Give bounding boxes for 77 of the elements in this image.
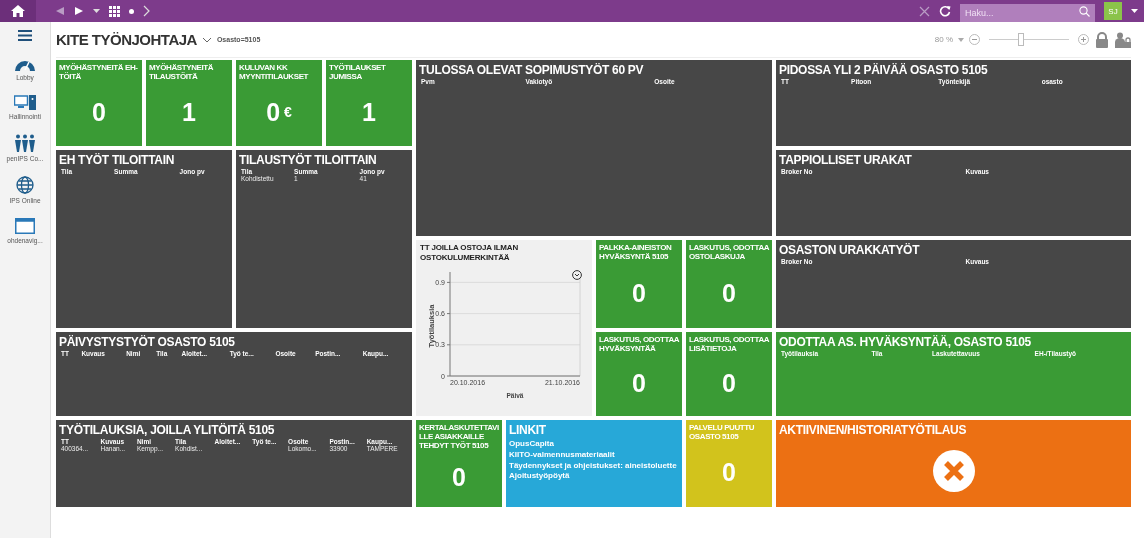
lock-icon[interactable] <box>1094 31 1110 48</box>
tile-title: AKTIIVINEN/HISTORIATYÖTILAUS <box>779 423 967 437</box>
tile-count: 0 <box>722 368 736 398</box>
refresh-icon[interactable] <box>939 5 951 17</box>
tile-title: TYÖTILAUKSIA, JOILLA YLITÖITÄ 5105 <box>59 423 275 437</box>
tile-title: PÄIVYSTYSTYÖT OSASTO 5105 <box>59 335 235 349</box>
user-avatar[interactable]: SJ <box>1104 2 1122 20</box>
tile-title: PIDOSSA YLI 2 PÄIVÄÄ OSASTO 5105 <box>779 63 988 77</box>
chevron-right-icon[interactable] <box>143 5 150 17</box>
tile-title: MYÖHÄSTYNEITÄ TILAUSTÖITÄ <box>149 63 215 82</box>
caret-icon[interactable] <box>1131 8 1138 14</box>
tile-count: 0 <box>632 278 646 308</box>
tile-count: 0 <box>266 97 281 127</box>
dashboard-tile[interactable]: PALKKA-AINEISTON HYVÄKSYNTÄ 5105 0 <box>596 240 682 328</box>
close-icon[interactable] <box>919 5 930 17</box>
back-icon[interactable] <box>55 6 65 16</box>
close-circle-icon[interactable] <box>932 449 975 492</box>
tile-title: PALVELU PUUTTU OSASTO 5105 <box>689 423 756 442</box>
dashboard-tile[interactable]: MYÖHÄSTYNEITÄ TILAUSTÖITÄ 1 <box>146 60 232 146</box>
tile-title: EH TYÖT TILOITTAIN <box>59 153 175 167</box>
user-lock-icon[interactable] <box>1115 31 1131 48</box>
tile-count: 1 <box>362 97 376 127</box>
menu-icon[interactable] <box>18 30 32 41</box>
zoom-out-icon[interactable] <box>969 34 980 45</box>
computer-icon <box>14 95 36 110</box>
tile-count: 0 <box>722 458 736 488</box>
dashboard-tile[interactable]: LASKUTUS, ODOTTAA HYVÄKSYNTÄÄ 0 <box>596 332 682 416</box>
dashboard-tile[interactable]: TYÖTILAUKSET JUMISSA 1 <box>326 60 412 146</box>
tile-title: LASKUTUS, ODOTTAA OSTOLASKUJA <box>689 243 769 262</box>
tile-title: LASKUTUS, ODOTTAA HYVÄKSYNTÄÄ <box>599 335 679 354</box>
tile-title: LASKUTUS, ODOTTAA LISÄTIETOJA <box>689 335 769 354</box>
tile-title: KERTALASKUTETTAVILLE ASIAKKAILLE TEHDYT TYÖT 5105 <box>419 423 499 451</box>
link[interactable]: Ajoitustyöpöytä <box>509 471 570 483</box>
currency-unit: € <box>284 104 292 121</box>
dashboard-tile[interactable]: AKTIIVINEN/HISTORIATYÖTILAUS <box>776 420 1131 507</box>
link[interactable]: KIITO-valmennusmateriaalit <box>509 449 615 461</box>
tile-count: 1 <box>182 97 196 127</box>
dashboard-tile[interactable]: LASKUTUS, ODOTTAA LISÄTIETOJA 0 <box>686 332 772 416</box>
home-button[interactable] <box>0 0 36 22</box>
tile-title: OSASTON URAKKATYÖT <box>779 243 920 257</box>
home-icon <box>11 5 25 17</box>
chart-title: TT JOILLA OSTOJA ILMAN OSTOKULUMERKINTÄÄ <box>420 243 519 263</box>
tile-title: TILAUSTYÖT TILOITTAIN <box>239 153 377 167</box>
tile-title: LINKIT <box>509 423 546 437</box>
zoom-in-icon[interactable] <box>1078 34 1089 45</box>
link[interactable]: Täydennykset ja ohjeistukset: aineistoluette <box>509 460 677 472</box>
chevron-down-circle-icon[interactable] <box>572 270 582 280</box>
grid-icon[interactable] <box>109 5 120 17</box>
dashboard-tile[interactable]: LINKIT OpusCapita KIITO-valmennusmateriaalit Täydennykset ja ohjeistukset: aineistoluette Ajoitustyöpöytä <box>506 420 682 507</box>
chevron-down-icon[interactable] <box>201 36 212 43</box>
tile-title: PALKKA-AINEISTON HYVÄKSYNTÄ 5105 <box>599 243 673 262</box>
caret-icon[interactable] <box>93 8 100 14</box>
people-icon <box>14 134 36 152</box>
dashboard-tile[interactable]: KULUVAN KK MYYNTITILAUKSET 0 € <box>236 60 322 146</box>
search-icon[interactable] <box>1079 5 1090 17</box>
tile-count: 0 <box>632 368 646 398</box>
link[interactable]: OpusCapita <box>509 439 554 450</box>
tile-count: 0 <box>722 278 736 308</box>
dot-icon[interactable] <box>129 8 134 14</box>
dashboard-title: KITE TYÖNJOHTAJA <box>56 31 197 48</box>
zoom-reading: 80 % <box>934 35 953 44</box>
tile-title: TAPPIOLLISET URAKAT <box>779 153 912 167</box>
dashboard-tile[interactable]: LASKUTUS, ODOTTAA OSTOLASKUJA 0 <box>686 240 772 328</box>
tile-title: TULOSSA OLEVAT SOPIMUSTYÖT 60 PV <box>419 63 644 77</box>
search-field[interactable]: Haku... <box>960 4 1095 22</box>
tile-title: TYÖTILAUKSET JUMISSA <box>329 63 387 82</box>
window-icon <box>15 218 35 234</box>
tile-title: KULUVAN KK MYYNTITILAUKSET <box>239 63 310 82</box>
forward-icon[interactable] <box>74 6 84 16</box>
dashboard-tile[interactable]: KERTALASKUTETTAVILLE ASIAKKAILLE TEHDYT TYÖT 5105 0 <box>416 420 502 507</box>
tile-title: ODOTTAA AS. HYVÄKSYNTÄÄ, OSASTO 5105 <box>779 335 1031 349</box>
tile-count: 0 <box>452 462 466 492</box>
dashboard-tile[interactable]: PALVELU PUUTTU OSASTO 5105 0 <box>686 420 772 507</box>
dashboard-tile[interactable]: MYÖHÄSTYNEITÄ EH-TÖITÄ 0 <box>56 60 142 146</box>
tile-count: 0 <box>92 97 106 127</box>
tile-title: MYÖHÄSTYNEITÄ EH-TÖITÄ <box>59 63 139 82</box>
globe-icon <box>16 176 34 194</box>
